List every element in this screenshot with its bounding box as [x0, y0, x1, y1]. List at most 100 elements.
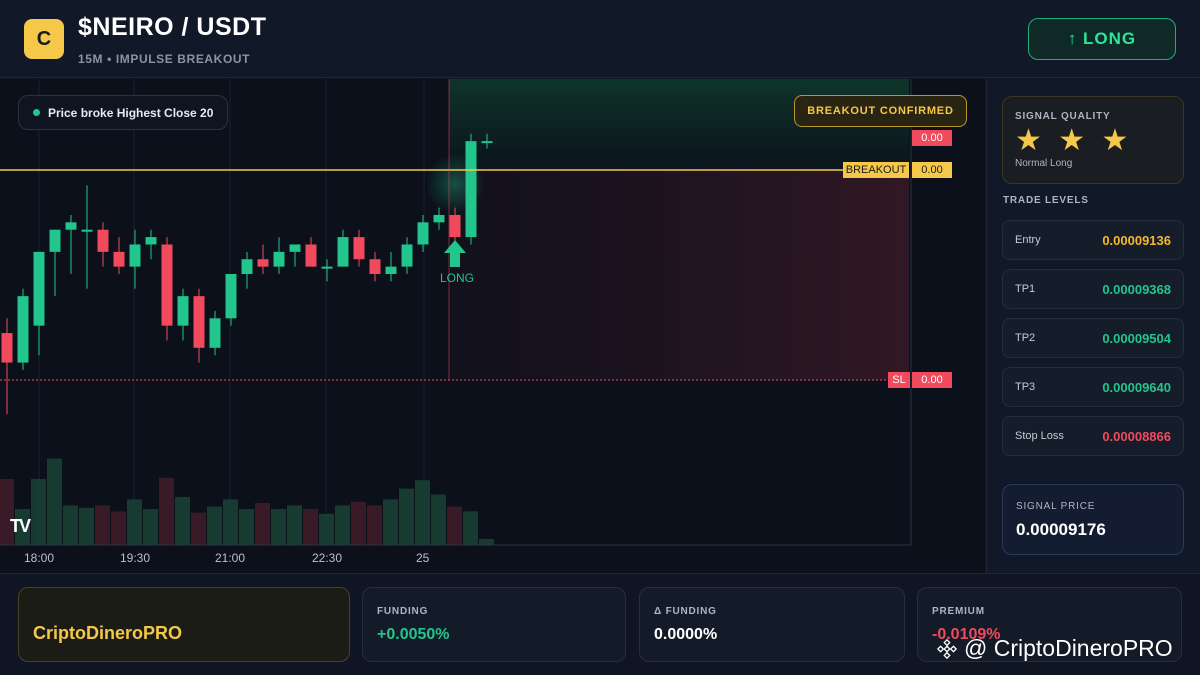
volume-bar — [255, 503, 270, 545]
level-label: TP2 — [1015, 332, 1036, 344]
watermark-text: @ CriptoDineroPRO — [964, 635, 1173, 661]
level-value: 0.00009136 — [1102, 233, 1171, 248]
candles — [1, 133, 493, 415]
volume-bar — [303, 509, 318, 545]
level-row-tp3: TP3 0.00009640 — [1002, 367, 1184, 407]
volume-bar — [463, 511, 478, 545]
candle-body — [145, 237, 157, 245]
trade-levels-title: TRADE LEVELS — [1003, 195, 1089, 206]
delta-funding-title: Δ FUNDING — [654, 606, 717, 617]
candle-body — [289, 244, 301, 252]
level-label: TP3 — [1015, 381, 1036, 393]
candle — [465, 133, 477, 245]
candle — [385, 251, 397, 282]
volume-bar — [47, 458, 62, 545]
candle — [257, 244, 269, 274]
candle-body — [161, 244, 173, 326]
sl-label-tag: SL — [888, 372, 910, 388]
candle-body — [481, 141, 493, 144]
signal-quality-title: SIGNAL QUALITY — [1015, 111, 1111, 122]
level-row-tp1: TP1 0.00009368 — [1002, 269, 1184, 309]
volume-bar — [63, 505, 78, 545]
candle — [209, 310, 221, 356]
volume-bar — [431, 494, 446, 545]
candle-body — [49, 229, 61, 252]
candle — [305, 237, 317, 267]
level-label: TP1 — [1015, 283, 1036, 295]
candle — [417, 214, 429, 252]
volume-bar — [239, 509, 254, 545]
volume-bar — [479, 539, 494, 545]
time-label: 21:00 — [215, 551, 246, 565]
candle — [321, 259, 333, 282]
candle-body — [465, 141, 477, 238]
time-label: 19:30 — [120, 551, 151, 565]
candle — [337, 229, 349, 267]
candle-body — [385, 266, 397, 274]
volume-bar — [191, 512, 206, 545]
level-row-entry: Entry 0.00009136 — [1002, 220, 1184, 260]
candle-body — [1, 333, 13, 363]
candle-body — [353, 237, 365, 260]
candle-body — [241, 259, 253, 274]
volume-bar — [79, 507, 94, 545]
volume-bar — [319, 513, 334, 545]
breakout-label-tag: BREAKOUT — [843, 162, 909, 178]
level-value: 0.00009368 — [1102, 282, 1171, 297]
volume-bar — [447, 506, 462, 545]
candle — [273, 237, 285, 274]
delta-funding-card: Δ FUNDING 0.0000% — [639, 587, 905, 662]
long-button[interactable]: ↑ LONG — [1028, 18, 1176, 60]
candle — [1, 318, 13, 415]
candle — [369, 251, 381, 282]
condition-pill: Price broke Highest Close 20 — [18, 95, 229, 130]
candle-body — [225, 274, 237, 319]
level-value: 0.00009504 — [1102, 331, 1171, 346]
volume-bar — [367, 505, 382, 545]
candle-body — [449, 214, 461, 238]
price-chart[interactable] — [0, 79, 985, 573]
star-rating-icon: ★ ★ ★ — [1015, 124, 1133, 157]
candle-body — [209, 318, 221, 348]
condition-text: Price broke Highest Close 20 — [48, 105, 214, 120]
time-label: 25 — [416, 551, 430, 565]
funding-title: FUNDING — [377, 606, 429, 617]
header: C $NEIRO / USDT 15M • IMPULSE BREAKOUT ↑… — [0, 0, 1200, 78]
delta-funding-value: 0.0000% — [654, 626, 718, 643]
candle — [353, 229, 365, 267]
binance-icon — [936, 638, 958, 659]
candle-body — [337, 237, 349, 267]
volume-bar — [175, 497, 190, 545]
candle-body — [433, 214, 445, 223]
volume-bar — [143, 509, 158, 545]
chart-svg[interactable] — [0, 79, 985, 573]
status-dot-icon — [33, 109, 40, 116]
candle-body — [65, 222, 77, 230]
signal-quality-card: SIGNAL QUALITY ★ ★ ★ Normal Long — [1002, 96, 1184, 184]
breakout-badge: BREAKOUT CONFIRMED — [794, 95, 967, 127]
volume-bar — [399, 488, 414, 545]
level-label: Entry — [1015, 234, 1041, 246]
candle — [145, 229, 157, 260]
signal-price-card: SIGNAL PRICE 0.00009176 — [1002, 484, 1184, 555]
candle — [33, 251, 45, 356]
candle-body — [369, 259, 381, 274]
brand-name: CriptoDineroPRO — [33, 623, 183, 643]
candle-body — [257, 259, 269, 267]
candle-body — [305, 244, 317, 267]
funding-card: FUNDING +0.0050% — [362, 587, 626, 662]
volume-bar — [31, 479, 46, 545]
candle — [49, 229, 61, 297]
level-value: 0.00008866 — [1102, 429, 1171, 444]
volume-bar — [207, 506, 222, 545]
candle-body — [273, 251, 285, 267]
signal-price-title: SIGNAL PRICE — [1016, 501, 1096, 512]
volume-bar — [159, 477, 174, 545]
watermark: @ CriptoDineroPRO — [936, 635, 1173, 662]
time-label: 22:30 — [312, 551, 343, 565]
volume-bar — [335, 505, 350, 545]
app-logo: C — [24, 19, 64, 59]
level-row-tp2: TP2 0.00009504 — [1002, 318, 1184, 358]
volume-bar — [383, 499, 398, 545]
breakout-price-tag: 0.00 — [912, 162, 952, 178]
